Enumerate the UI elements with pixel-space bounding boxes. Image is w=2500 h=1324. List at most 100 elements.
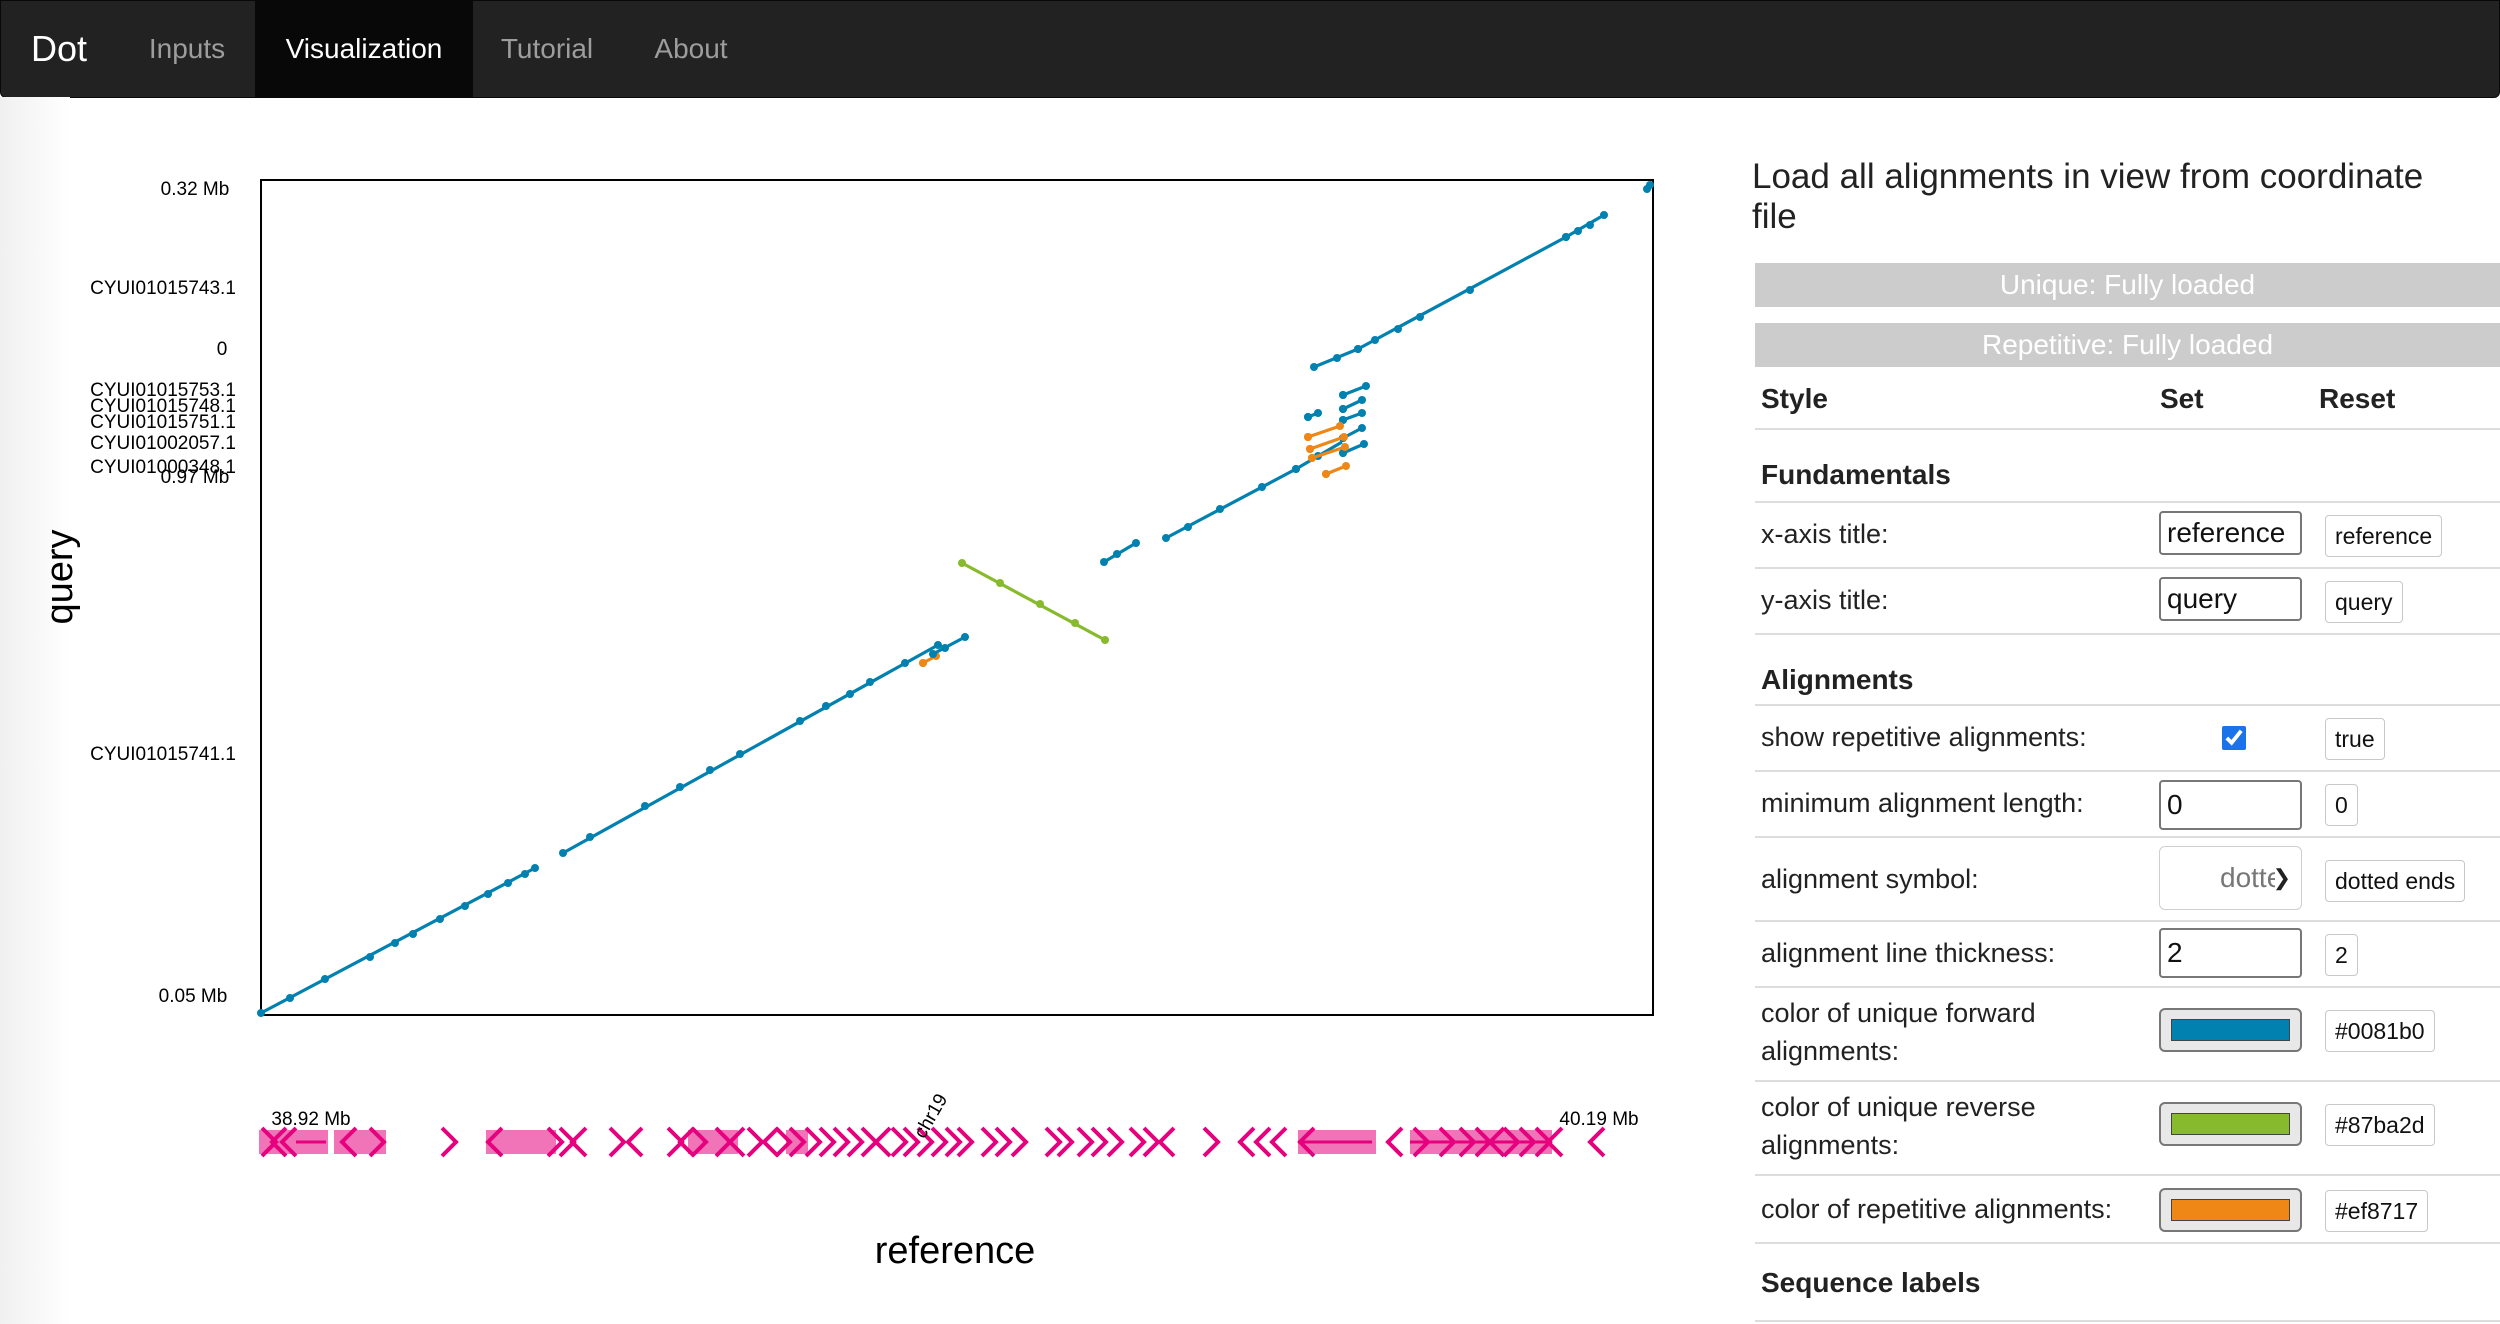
x-tick-label: 40.19 Mb [1559, 1109, 1638, 1130]
gene-direction-arrow[interactable] [980, 1126, 999, 1158]
nav-tab-tutorial[interactable]: Tutorial [477, 1, 617, 97]
y-tick-label: 0 [217, 339, 228, 360]
dot-plot[interactable]: 0.32 Mb CYUI01015743.1 0 CYUI01015753.1 … [0, 97, 1752, 1324]
gene-direction-arrow[interactable] [440, 1126, 459, 1158]
y-sequence-label: CYUI01015741.1 [90, 744, 236, 765]
gene-direction-arrow[interactable] [1076, 1126, 1095, 1158]
gene-direction-arrow[interactable] [1202, 1126, 1221, 1158]
alignment-dot [901, 659, 909, 667]
show-repetitive-label: show repetitive alignments: [1761, 722, 2087, 752]
gene-direction-arrow[interactable] [890, 1126, 909, 1158]
alignment-dot [1304, 413, 1312, 421]
gene-direction-arrow[interactable] [1157, 1126, 1176, 1158]
gene-direction-arrow[interactable] [873, 1126, 892, 1158]
gene-direction-arrow[interactable] [1237, 1126, 1256, 1158]
alignment-dot [484, 890, 492, 898]
repetitive-load-status: Repetitive: Fully loaded [1755, 323, 2500, 367]
style-header: Style [1761, 383, 1828, 414]
alignment-dot [436, 915, 444, 923]
alignment-dot [1132, 539, 1140, 547]
symbol-row: alignment symbol: dotted ends ❯ dotted e… [1755, 836, 2500, 920]
alignment-dot [1600, 211, 1608, 219]
y-tick-label: 0.97 Mb [161, 467, 230, 488]
gene-direction-arrow[interactable] [1106, 1126, 1125, 1158]
reverse-color-reset-button[interactable]: #87ba2d [2325, 1104, 2435, 1146]
alignment-dot [1586, 221, 1594, 229]
x-axis-title-reset-button[interactable]: reference [2325, 515, 2443, 557]
alignment-dot [1292, 465, 1300, 473]
alignment-dot [1358, 409, 1366, 417]
repetitive-color-row: color of repetitive alignments: #ef8717 [1755, 1174, 2500, 1244]
repetitive-color-picker[interactable] [2159, 1188, 2302, 1232]
thickness-input[interactable] [2159, 928, 2302, 978]
gene-direction-arrow[interactable] [1385, 1126, 1404, 1158]
forward-color-swatch [2171, 1019, 2290, 1041]
gene-direction-arrow[interactable] [1253, 1126, 1272, 1158]
y-sequence-label: CYUI01015751.1 [90, 412, 236, 433]
settings-panel: Load all alignments in view from coordin… [1752, 97, 2500, 1324]
gene-direction-arrow[interactable] [1269, 1126, 1288, 1158]
chevron-down-icon: ❯ [2272, 865, 2291, 890]
alignment-dot [1362, 382, 1370, 390]
gene-direction-arrow[interactable] [608, 1126, 627, 1158]
gene-direction-arrow[interactable] [1587, 1126, 1606, 1158]
forward-color-reset-button[interactable]: #0081b0 [2325, 1010, 2435, 1052]
gene-direction-arrow[interactable] [1044, 1126, 1063, 1158]
reverse-color-label: color of unique reverse alignments: [1761, 1092, 2036, 1160]
gene-direction-arrow[interactable] [569, 1126, 588, 1158]
alignment-dot [1101, 636, 1109, 644]
alignment-dot [1100, 558, 1108, 566]
reset-header: Reset [2319, 383, 2396, 414]
forward-color-picker[interactable] [2159, 1008, 2302, 1052]
nav-tab-about[interactable]: About [623, 1, 759, 97]
y-axis-title-label: y-axis title: [1761, 585, 1889, 615]
brand-logo[interactable]: Dot [31, 1, 87, 97]
gene-direction-arrow[interactable] [625, 1126, 644, 1158]
reverse-color-picker[interactable] [2159, 1102, 2302, 1146]
alignment-dot [504, 879, 512, 887]
alignment-dot [846, 690, 854, 698]
section-title: Sequence labels [1761, 1267, 1981, 1298]
gene-direction-arrow[interactable] [1128, 1126, 1147, 1158]
alignment-dot [257, 1009, 265, 1017]
min-length-reset-button[interactable]: 0 [2325, 784, 2358, 826]
plot-frame [260, 179, 1654, 1016]
symbol-select[interactable]: dotted ends ❯ [2159, 846, 2302, 910]
thickness-reset-button[interactable]: 2 [2325, 934, 2358, 976]
alignment-dot [521, 870, 529, 878]
alignment-dot [1358, 424, 1366, 432]
alignment-dot [1340, 433, 1348, 441]
symbol-label: alignment symbol: [1761, 864, 1979, 894]
alignment-dot [929, 650, 937, 658]
alignment-dot [941, 644, 949, 652]
show-repetitive-reset-button[interactable]: true [2325, 718, 2385, 760]
symbol-reset-button[interactable]: dotted ends [2325, 860, 2466, 902]
gene-direction-arrow[interactable] [1010, 1126, 1029, 1158]
alignment-dot [961, 633, 969, 641]
gene-direction-arrow[interactable] [746, 1126, 765, 1158]
x-axis-title-row: x-axis title: reference [1755, 501, 2500, 567]
alignment-dot [1466, 286, 1474, 294]
show-repetitive-checkbox[interactable] [2222, 726, 2246, 750]
repetitive-color-reset-button[interactable]: #ef8717 [2325, 1190, 2429, 1232]
min-length-input[interactable] [2159, 780, 2302, 830]
x-axis-title-input[interactable] [2159, 511, 2302, 555]
nav-tab-visualization[interactable]: Visualization [255, 1, 473, 97]
y-axis-title-input[interactable] [2159, 577, 2302, 621]
x-tick-label: 38.92 Mb [271, 1109, 350, 1130]
alignment-dot [286, 994, 294, 1002]
section-title: Alignments [1761, 664, 1914, 695]
alignment-dot [866, 678, 874, 686]
alignment-dot [1304, 433, 1312, 441]
alignment-dot [531, 864, 539, 872]
section-alignments: Alignments [1755, 633, 2500, 705]
alignment-dot [1036, 600, 1044, 608]
alignment-dot [1371, 336, 1379, 344]
gene-direction-arrow[interactable] [761, 1126, 780, 1158]
show-repetitive-row: show repetitive alignments: true [1755, 704, 2500, 770]
y-axis-title-reset-button[interactable]: query [2325, 581, 2403, 623]
alignment-dot [1162, 534, 1170, 542]
gene-direction-arrow[interactable] [804, 1126, 823, 1158]
thickness-row: alignment line thickness: 2 [1755, 920, 2500, 986]
nav-tab-inputs[interactable]: Inputs [123, 1, 251, 97]
